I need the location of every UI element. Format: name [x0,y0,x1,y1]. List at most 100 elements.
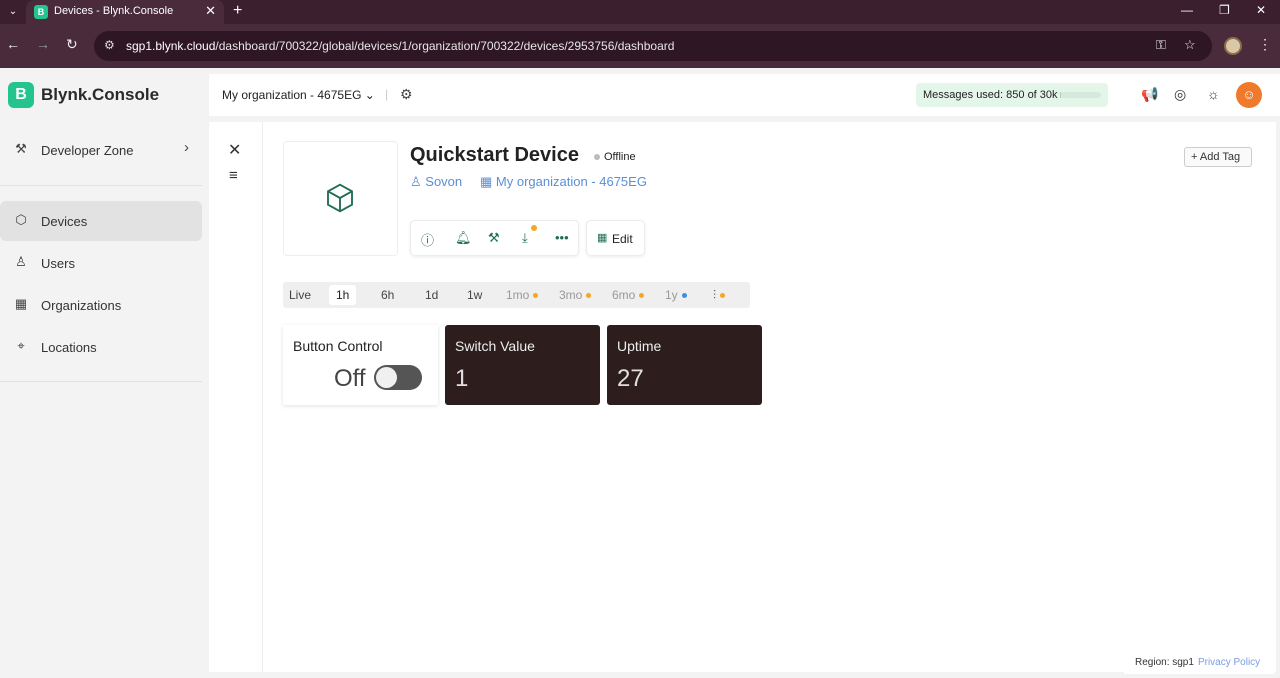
button-control-toggle[interactable] [374,365,422,390]
building-icon: ▦ [14,296,28,311]
browser-menu-icon[interactable]: ⋮ [1258,36,1272,53]
org-selector[interactable]: My organization - 4675EG ⌄ [222,88,375,102]
url-input[interactable]: ⚙ sgp1.blynk.cloud/dashboard/700322/glob… [94,31,1212,61]
user-avatar[interactable]: ☺ [1236,82,1262,108]
logo-mark: B [8,82,34,108]
tools-icon[interactable]: ⚒ [488,230,500,246]
tab-search-icon[interactable]: ⌄ [4,3,22,21]
widget-title: Switch Value [455,338,535,354]
favicon-icon: B [34,5,48,19]
reload-icon[interactable]: ↻ [66,36,78,53]
device-status: Offline [594,151,636,163]
sidebar-item-organizations[interactable]: ▦ Organizations [0,285,202,325]
bookmark-star-icon[interactable]: ☆ [1184,37,1196,53]
close-panel-icon[interactable]: ✕ [228,140,241,160]
time-range-selector: ⫶ Live 1h 6h 1d 1w 1mo 3mo 6mo 1y [283,282,750,308]
sidebar-item-developer-zone[interactable]: ⚒ Developer Zone › [0,130,202,170]
close-window-icon[interactable]: ✕ [1256,3,1266,17]
time-range-1d[interactable]: 1d [425,285,438,305]
notifications-bell-icon[interactable]: 🔔︎ [455,230,472,246]
time-range-1w[interactable]: 1w [467,285,482,305]
minimize-icon[interactable]: — [1181,3,1193,17]
forward-icon[interactable]: → [36,36,50,52]
device-image[interactable] [283,141,398,256]
sidebar-item-locations[interactable]: ⌖ Locations [0,327,202,367]
widget-title: Uptime [617,338,662,354]
sidebar-divider [0,185,202,186]
sidebar-item-label: Users [41,256,75,271]
tab-title: Devices - Blynk.Console [54,5,174,17]
org-settings-gear-icon[interactable]: ⚙ [400,86,413,103]
widget-switch-value: Switch Value 1 [445,325,600,405]
user-icon: ♙ [410,174,422,189]
bug-report-icon[interactable]: ☼ [1207,86,1220,102]
custom-range-sliders-icon[interactable]: ⫶ [713,285,726,305]
messages-usage-bar [1060,92,1101,98]
new-tab-icon[interactable]: + [233,2,242,20]
more-options-icon[interactable]: ••• [555,230,569,245]
back-icon[interactable]: ← [6,36,20,52]
device-org-link[interactable]: ▦ My organization - 4675EG [480,174,647,190]
sidebar-divider [0,381,202,382]
browser-profile-avatar[interactable] [1224,37,1242,55]
time-range-3mo[interactable]: 3mo [559,285,592,305]
edit-dashboard-button[interactable]: ▦ Edit [586,220,645,256]
site-info-icon[interactable]: ⚙ [104,38,115,52]
sidebar-item-label: Developer Zone [41,143,134,158]
toggle-knob [376,367,397,388]
privacy-policy-link[interactable]: Privacy Policy [1198,657,1260,668]
messages-usage-fill [1060,92,1062,98]
menu-hamburger-icon[interactable]: ≡ [229,167,238,184]
device-name: Quickstart Device [410,144,579,166]
messages-usage-badge[interactable]: Messages used: 850 of 30k [916,83,1108,107]
time-range-dot [533,293,539,299]
chevron-right-icon: › [184,139,189,156]
sidebar-item-users[interactable]: ♙ Users [0,243,202,283]
help-lifebuoy-icon[interactable]: ◎ [1174,86,1186,103]
device-owner-link[interactable]: ♙ Sovon [410,174,462,190]
time-range-1y[interactable]: 1y [665,285,687,305]
sidebar-item-label: Organizations [41,298,122,313]
device-owner: Sovon [425,174,463,189]
add-tag-button[interactable]: + Add Tag [1184,147,1252,167]
device-panel: ✕ ≡ Quickstart Device Offline ♙ Sovon ▦ … [209,122,1276,672]
tab-close-icon[interactable]: ✕ [205,3,216,19]
time-range-dot [586,293,592,299]
time-range-dot [681,293,687,299]
time-range-dot [639,293,645,299]
announcements-megaphone-icon[interactable]: 📢 [1141,86,1158,103]
time-range-1mo[interactable]: 1mo [506,285,539,305]
info-icon[interactable]: ⓘ [421,230,434,249]
pin-icon: ⌖ [17,338,25,353]
time-range-1h[interactable]: 1h [329,285,357,305]
add-tag-label: Add Tag [1199,151,1241,163]
url-path: /dashboard/700322/global/devices/1/organ… [215,39,675,53]
org-name: My organization - 4675EG [222,88,362,102]
time-range-Live[interactable]: Live [289,285,311,305]
building-icon: ▦ [480,174,493,189]
download-badge [531,225,537,231]
time-range-6h[interactable]: 6h [381,285,394,305]
restore-icon[interactable]: ❐ [1219,3,1230,17]
edit-label: Edit [612,232,633,246]
messages-usage-text: Messages used: 850 of 30k [923,89,1058,101]
download-icon[interactable]: ⤓ [522,230,528,246]
cube-icon [327,183,353,213]
time-range-6mo[interactable]: 6mo [612,285,645,305]
device-organization: My organization - 4675EG [495,174,647,189]
browser-tabbar: ⌄ B Devices - Blynk.Console ✕ + — ❐ ✕ [0,0,1280,24]
device-actions-toolbar: ⓘ 🔔︎ ⚒ ⤓ ••• [410,220,579,256]
password-key-icon[interactable]: ⚿ [1156,37,1166,53]
widget-title: Button Control [293,338,383,354]
region-label: Region: sgp1 [1135,657,1194,668]
widget-uptime: Uptime 27 [607,325,762,405]
sidebar-item-label: Devices [41,214,88,229]
users-icon: ♙ [15,254,27,269]
browser-tab[interactable]: B Devices - Blynk.Console ✕ [26,0,224,24]
header-bar: My organization - 4675EG ⌄ | ⚙ Messages … [209,74,1280,116]
sidebar-item-label: Locations [41,340,97,355]
custom-range-dot [720,293,726,299]
address-bar-area: ← → ↻ ⚙ sgp1.blynk.cloud/dashboard/70032… [0,24,1280,68]
chevron-down-icon: ⌄ [364,88,375,102]
sidebar-item-devices[interactable]: ⬡ Devices [0,201,202,241]
